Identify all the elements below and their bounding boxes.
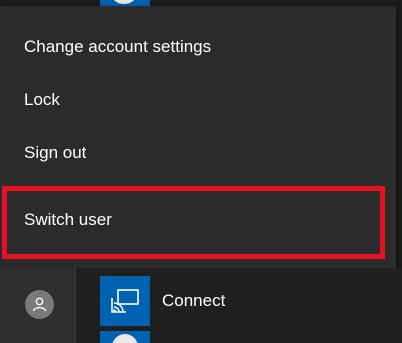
user-account-button[interactable] — [0, 268, 76, 343]
menu-item-label: Lock — [24, 90, 60, 109]
menu-item-change-account-settings[interactable]: Change account settings — [0, 21, 396, 73]
menu-item-label: Change account settings — [24, 37, 212, 56]
connect-icon — [100, 276, 150, 326]
start-menu-screen: Change account settings Lock Sign out Sw… — [0, 0, 402, 343]
menu-item-label: Sign out — [24, 143, 87, 162]
menu-item-lock[interactable]: Lock — [0, 74, 396, 126]
app-list-item-connect[interactable]: Connect — [100, 276, 225, 326]
app-icon-partial — [112, 0, 136, 4]
menu-item-sign-out[interactable]: Sign out — [0, 127, 396, 179]
start-menu-bottom-strip: Connect — [0, 268, 402, 343]
app-label: Connect — [162, 291, 226, 310]
highlight-annotation-box — [2, 186, 385, 259]
app-tile-partial-bottom[interactable] — [100, 331, 150, 343]
app-icon-partial — [112, 334, 138, 343]
user-avatar-icon — [25, 290, 54, 319]
